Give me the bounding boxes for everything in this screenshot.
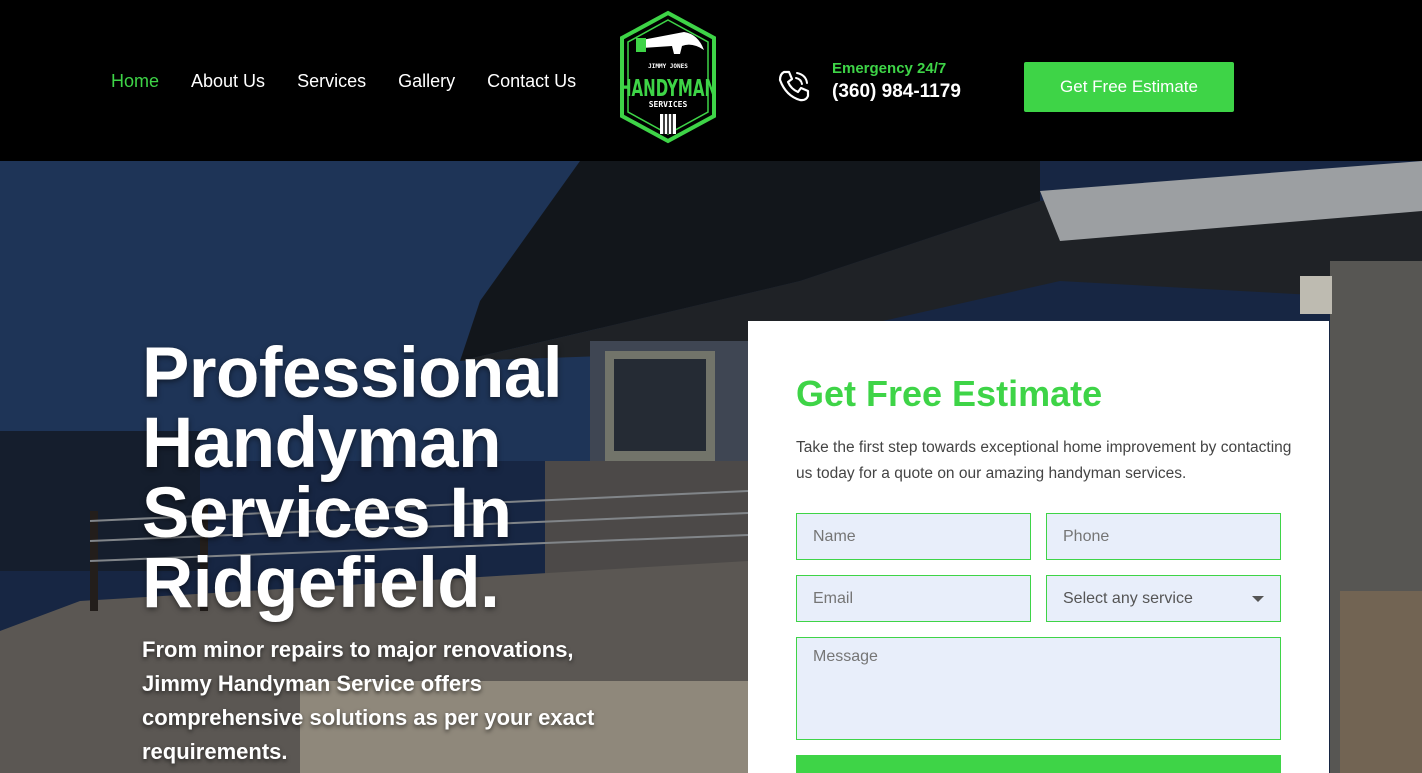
hero-subtitle: From minor repairs to major renovations,… — [142, 637, 595, 764]
hero-title: Professional Handyman Services In Ridgef… — [142, 334, 563, 623]
nav-services[interactable]: Services — [297, 70, 366, 92]
message-textarea[interactable] — [796, 637, 1281, 740]
estimate-form-card: Get Free Estimate Take the first step to… — [748, 321, 1329, 773]
svg-text:HANDYMAN: HANDYMAN — [619, 76, 717, 102]
submit-button[interactable] — [796, 755, 1281, 773]
email-input[interactable] — [796, 575, 1031, 622]
nav-about-us[interactable]: About Us — [191, 70, 265, 92]
nav-gallery[interactable]: Gallery — [398, 70, 455, 92]
phone-input[interactable] — [1046, 513, 1281, 560]
form-title: Get Free Estimate — [796, 373, 1103, 414]
service-select-value: Select any service — [1063, 589, 1193, 607]
nav-contact-us[interactable]: Contact Us — [487, 70, 576, 92]
form-description: Take the first step towards exceptional … — [796, 439, 1292, 482]
site-logo[interactable]: JIMMY JONES HANDYMAN SERVICES — [614, 10, 722, 144]
name-input[interactable] — [796, 513, 1031, 560]
site-header: Home About Us Services Gallery Contact U… — [0, 0, 1422, 161]
phone-icon — [778, 70, 810, 102]
chevron-down-icon — [1252, 595, 1264, 602]
main-nav: Home About Us Services Gallery Contact U… — [111, 70, 576, 92]
emergency-label: Emergency 24/7 — [832, 60, 947, 77]
hero-section: Professional Handyman Services In Ridgef… — [0, 161, 1422, 773]
svg-text:JIMMY JONES: JIMMY JONES — [648, 63, 688, 70]
handyman-logo-icon: JIMMY JONES HANDYMAN SERVICES — [619, 10, 717, 144]
get-free-estimate-button[interactable]: Get Free Estimate — [1024, 62, 1234, 112]
phone-number[interactable]: (360) 984-1179 — [832, 81, 961, 103]
service-select[interactable]: Select any service — [1046, 575, 1281, 622]
svg-text:SERVICES: SERVICES — [649, 100, 688, 109]
nav-home[interactable]: Home — [111, 70, 159, 92]
emergency-contact[interactable]: Emergency 24/7 (360) 984-1179 — [776, 60, 976, 110]
